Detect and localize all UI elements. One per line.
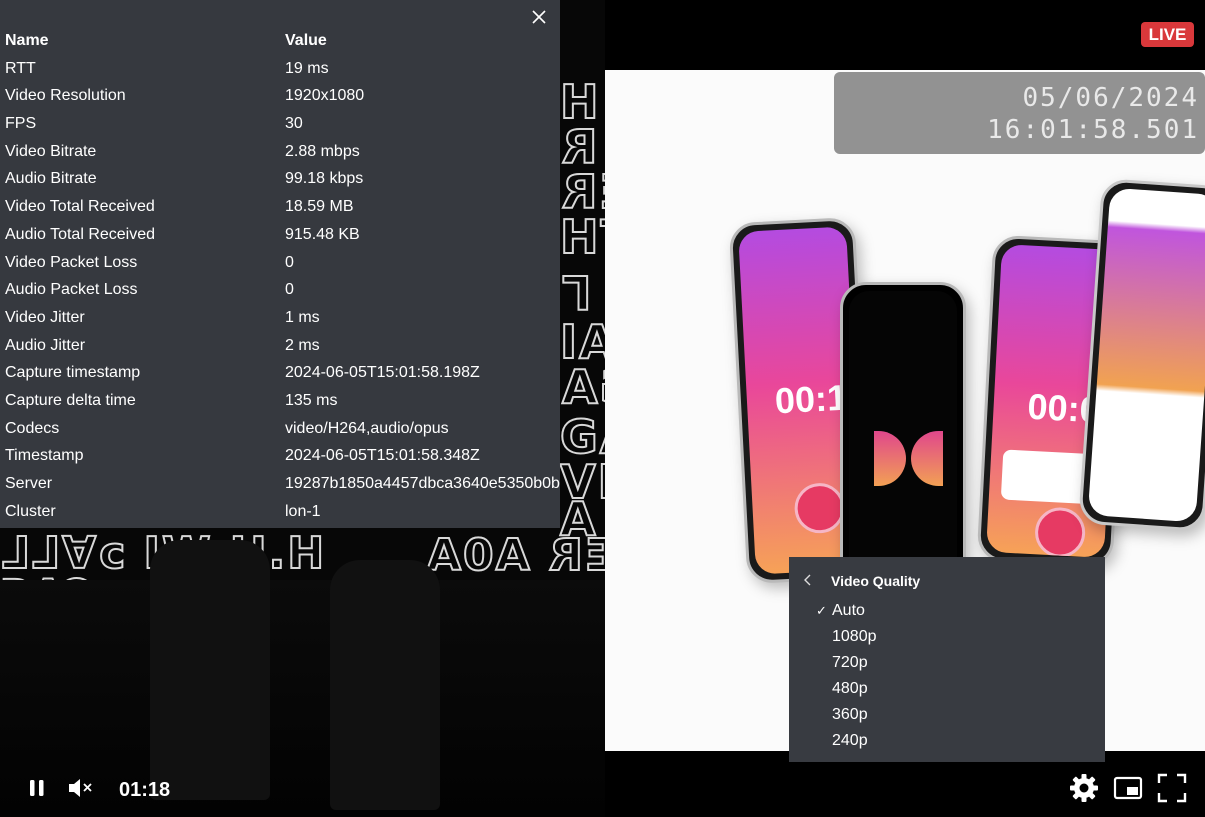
- stats-row-value: 99.18 kbps: [285, 170, 364, 188]
- stats-row-value: 1920x1080: [285, 87, 365, 105]
- stats-row-value: lon-1: [285, 502, 321, 520]
- stats-row-name: Audio Jitter: [5, 336, 86, 354]
- stats-row-name: Codecs: [5, 419, 60, 437]
- quality-option-480p[interactable]: 480p: [832, 680, 868, 698]
- stats-row-name: Timestamp: [5, 447, 84, 465]
- pause-icon[interactable]: [28, 778, 46, 803]
- stats-row-value: 0: [285, 281, 294, 299]
- phone-image-far-right: [1078, 178, 1205, 532]
- stats-row-value: 1 ms: [285, 308, 320, 326]
- current-time: 01:18: [119, 779, 171, 801]
- stats-row-value: 2.88 mbps: [285, 142, 360, 160]
- stats-row-name: Audio Packet Loss: [5, 281, 138, 299]
- fullscreen-icon[interactable]: [1157, 773, 1187, 808]
- stats-row-name: Video Packet Loss: [5, 253, 138, 271]
- stats-header-name: Name: [5, 32, 49, 49]
- mute-icon[interactable]: [67, 777, 95, 804]
- stats-panel: Name Value RTT 19 ms Video Resolution 1920…: [0, 0, 560, 528]
- stats-row-value: 135 ms: [285, 391, 338, 409]
- stats-header-value: Value: [285, 32, 327, 49]
- stats-row-value: 2024-06-05T15:01:58.198Z: [285, 364, 480, 382]
- stats-row-name: Server: [5, 475, 53, 492]
- stats-row-name: Audio Total Received: [5, 225, 156, 243]
- stats-row-value: 30: [285, 115, 303, 133]
- overlay-time: 16:01:58.501: [987, 115, 1199, 145]
- stats-row-name: RTT: [5, 59, 36, 77]
- stats-row-value: 19287b1850a4457dbca3640e5350b0b: [285, 475, 560, 492]
- live-badge: LIVE: [1141, 22, 1194, 47]
- video-quality-menu: Video Quality ✓ Auto 1080p 720p 480p 360…: [789, 557, 1105, 762]
- stats-row-value: 915.48 KB: [285, 225, 360, 243]
- stats-row-value: 19 ms: [285, 59, 329, 77]
- quality-option-240p[interactable]: 240p: [832, 732, 868, 750]
- stats-row-value: 2 ms: [285, 336, 320, 354]
- video-player[interactable]: H R ER HT L IA GA GA VE A H.H WI ɔ∀LL ER…: [0, 0, 1205, 817]
- quality-option-auto[interactable]: Auto: [832, 602, 865, 620]
- stats-row-value: 0: [285, 253, 294, 271]
- stats-row-name: Video Bitrate: [5, 142, 97, 160]
- stats-row-name: Cluster: [5, 502, 56, 520]
- stats-row-name: Capture delta time: [5, 391, 136, 409]
- stats-row-value: 2024-06-05T15:01:58.348Z: [285, 447, 480, 465]
- quality-option-1080p[interactable]: 1080p: [832, 628, 877, 646]
- stats-row-name: Capture timestamp: [5, 364, 141, 382]
- close-icon[interactable]: [530, 8, 548, 26]
- stats-row-value: 18.59 MB: [285, 198, 354, 216]
- checkmark-icon: ✓: [816, 603, 827, 618]
- stats-row-name: Audio Bitrate: [5, 170, 97, 188]
- control-bar: 01:18: [0, 762, 1205, 817]
- overlay-date: 05/06/2024: [1022, 83, 1199, 113]
- stats-row-value: video/H264,audio/opus: [285, 419, 449, 437]
- timestamp-overlay: 05/06/2024 16:01:58.501: [834, 72, 1205, 154]
- quality-option-360p[interactable]: 360p: [832, 706, 868, 724]
- settings-icon[interactable]: [1069, 773, 1099, 808]
- stats-row-name: Video Total Received: [5, 198, 155, 216]
- video-quality-title[interactable]: Video Quality: [831, 573, 920, 589]
- stats-row-name: Video Jitter: [5, 308, 85, 326]
- picture-in-picture-icon[interactable]: [1113, 776, 1143, 805]
- stats-row-name: Video Resolution: [5, 87, 126, 105]
- chevron-left-icon[interactable]: [803, 573, 813, 590]
- stats-row-name: FPS: [5, 115, 37, 133]
- quality-option-720p[interactable]: 720p: [832, 654, 868, 672]
